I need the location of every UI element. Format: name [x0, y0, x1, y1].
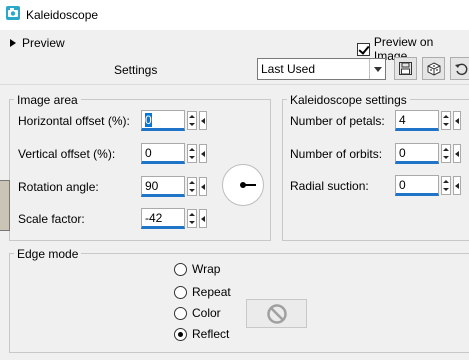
reset-arrow-icon — [455, 117, 459, 124]
rotation-angle-dial[interactable] — [222, 164, 264, 206]
number-of-petals-label: Number of petals: — [290, 114, 385, 128]
image-area-title: Image area — [14, 93, 81, 107]
save-preset-button[interactable] — [394, 57, 417, 80]
settings-selected-value: Last Used — [261, 62, 316, 76]
horizontal-offset-value: 0 — [145, 113, 152, 127]
edge-mode-title: Edge mode — [14, 247, 82, 261]
rotation-angle-value: 90 — [145, 179, 159, 193]
reset-arrow-icon — [455, 182, 459, 189]
disabled-icon — [266, 303, 287, 324]
scale-factor-spinner[interactable] — [187, 209, 197, 228]
horizontal-offset-input[interactable]: 0 — [141, 110, 185, 131]
vertical-offset-reset[interactable] — [199, 144, 207, 163]
settings-label: Settings — [114, 63, 158, 77]
radio-button[interactable] — [174, 262, 187, 276]
expand-arrow-icon — [10, 39, 16, 47]
spin-down-icon — [443, 123, 449, 127]
spin-up-icon — [189, 114, 195, 118]
horizontal-offset-reset[interactable] — [199, 111, 207, 130]
rotation-angle-label: Rotation angle: — [18, 180, 99, 194]
kaleidoscope-settings-title: Kaleidoscope settings — [287, 93, 410, 107]
spin-up-icon — [443, 147, 449, 151]
radial-suction-value: 0 — [399, 178, 406, 192]
checkbox-box[interactable] — [357, 42, 370, 56]
spin-down-icon — [443, 188, 449, 192]
randomize-button[interactable] — [422, 57, 445, 80]
spin-down-icon — [189, 221, 195, 225]
edge-mode-reflect-label: Reflect — [192, 327, 230, 341]
scale-factor-value: -42 — [145, 211, 163, 225]
horizontal-offset-spinner[interactable] — [187, 111, 197, 130]
number-of-petals-spinner[interactable] — [441, 111, 451, 130]
reset-arrow-icon — [201, 117, 205, 124]
reset-arrow-icon — [201, 183, 205, 190]
edge-mode-reflect[interactable]: Reflect — [174, 327, 229, 341]
radio-button-selected[interactable] — [174, 327, 187, 341]
edge-mode-wrap[interactable]: Wrap — [174, 262, 220, 276]
rotation-angle-reset[interactable] — [199, 177, 207, 196]
spin-up-icon — [189, 147, 195, 151]
edge-mode-group — [9, 253, 469, 353]
radio-button[interactable] — [174, 306, 187, 320]
vertical-offset-label: Vertical offset (%): — [18, 147, 116, 161]
edge-mode-color-label: Color — [192, 306, 221, 320]
scale-factor-input[interactable]: -42 — [141, 208, 185, 229]
number-of-petals-reset[interactable] — [453, 111, 461, 130]
number-of-orbits-value: 0 — [399, 146, 406, 160]
radial-suction-input[interactable]: 0 — [395, 175, 439, 196]
rotation-angle-input[interactable]: 90 — [141, 176, 185, 197]
number-of-petals-value: 4 — [399, 113, 406, 127]
edge-mode-wrap-label: Wrap — [192, 262, 221, 276]
edge-mode-repeat-label: Repeat — [192, 285, 231, 299]
vertical-offset-spinner[interactable] — [187, 144, 197, 163]
vertical-offset-value: 0 — [145, 146, 152, 160]
number-of-orbits-label: Number of orbits: — [290, 147, 383, 161]
preview-label: Preview — [22, 36, 65, 50]
edge-mode-color[interactable]: Color — [174, 306, 221, 320]
color-swatch[interactable] — [0, 180, 10, 231]
radio-button[interactable] — [174, 285, 187, 299]
preview-toggle[interactable]: Preview — [10, 35, 65, 51]
number-of-orbits-spinner[interactable] — [441, 144, 451, 163]
number-of-orbits-reset[interactable] — [453, 144, 461, 163]
app-icon — [6, 6, 20, 20]
dropdown-arrow[interactable] — [369, 59, 385, 79]
vertical-offset-input[interactable]: 0 — [141, 143, 185, 164]
reset-icon — [454, 63, 467, 75]
spin-down-icon — [189, 189, 195, 193]
radial-suction-label: Radial suction: — [290, 179, 369, 193]
spin-up-icon — [443, 179, 449, 183]
radial-suction-reset[interactable] — [453, 176, 461, 195]
dial-needle-icon — [240, 182, 256, 188]
spin-up-icon — [189, 180, 195, 184]
number-of-petals-input[interactable]: 4 — [395, 110, 439, 131]
chevron-down-icon — [373, 66, 382, 72]
radial-suction-spinner[interactable] — [441, 176, 451, 195]
header-divider — [0, 84, 469, 85]
edge-color-picker[interactable] — [246, 299, 307, 328]
reset-arrow-icon — [201, 150, 205, 157]
scale-factor-reset[interactable] — [199, 209, 207, 228]
scale-factor-label: Scale factor: — [18, 212, 85, 226]
spin-up-icon — [189, 212, 195, 216]
edge-mode-repeat[interactable]: Repeat — [174, 285, 231, 299]
settings-dropdown[interactable]: Last Used — [257, 58, 386, 80]
reset-button[interactable] — [450, 57, 469, 80]
reset-arrow-icon — [455, 150, 459, 157]
rotation-angle-spinner[interactable] — [187, 177, 197, 196]
save-icon — [399, 62, 412, 75]
number-of-orbits-input[interactable]: 0 — [395, 143, 439, 164]
window-title: Kaleidoscope — [26, 8, 99, 22]
horizontal-offset-label: Horizontal offset (%): — [18, 114, 130, 128]
spin-down-icon — [443, 156, 449, 160]
spin-down-icon — [189, 123, 195, 127]
spin-down-icon — [189, 156, 195, 160]
spin-up-icon — [443, 114, 449, 118]
randomize-icon — [427, 61, 440, 76]
reset-arrow-icon — [201, 215, 205, 222]
